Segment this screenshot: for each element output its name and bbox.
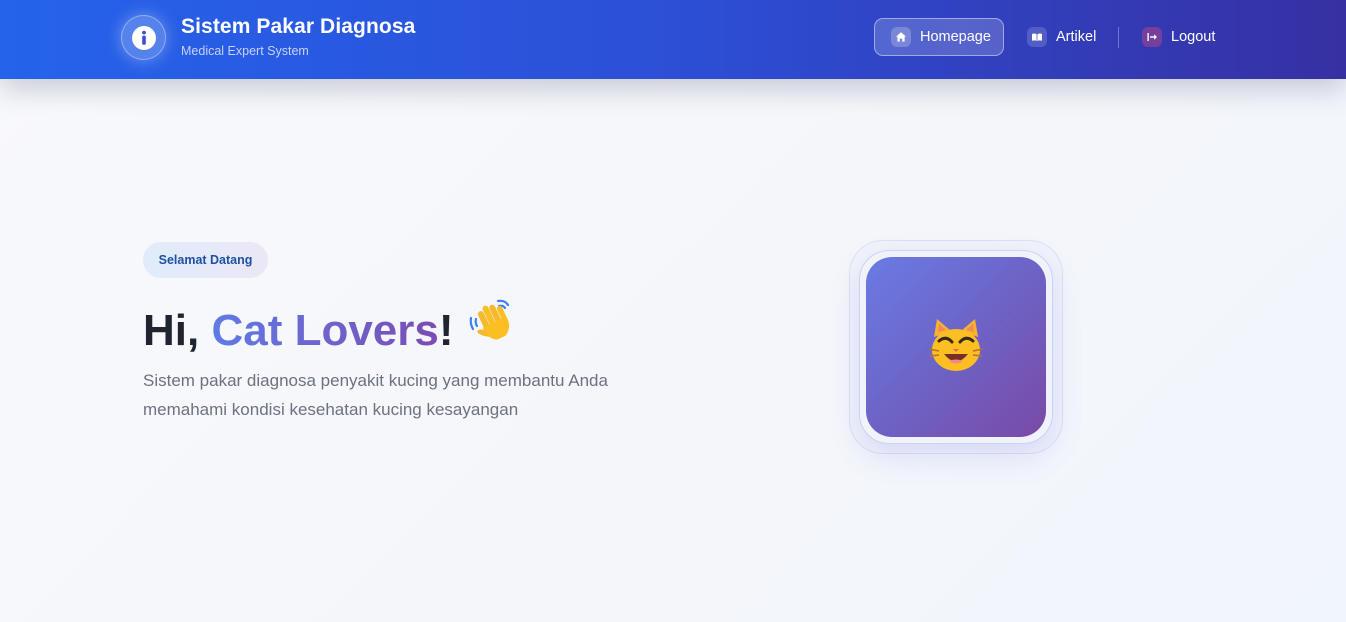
info-icon[interactable]: [121, 15, 166, 60]
welcome-badge: Selamat Datang: [143, 242, 268, 278]
hero-title-prefix: Hi,: [143, 306, 212, 355]
page: Sistem Pakar Diagnosa Medical Expert Sys…: [0, 0, 1346, 622]
nav-logout-label: Logout: [1171, 29, 1216, 45]
hero-title: Hi, Cat Lovers!: [143, 298, 516, 357]
cat-card: [866, 257, 1046, 437]
cat-face-icon: [927, 317, 985, 378]
nav-homepage-button[interactable]: Homepage: [874, 18, 1004, 56]
nav-artikel-label: Artikel: [1056, 29, 1097, 45]
nav-logout-button[interactable]: Logout: [1142, 18, 1215, 56]
waving-hand-icon: [468, 298, 516, 354]
logout-icon: [1142, 27, 1162, 47]
nav-artikel-button[interactable]: Artikel: [1027, 18, 1096, 56]
hero-title-highlight: Cat Lovers: [211, 306, 439, 355]
brand-subtitle: Medical Expert System: [181, 44, 309, 58]
book-icon: [1027, 27, 1047, 47]
navbar: Sistem Pakar Diagnosa Medical Expert Sys…: [0, 0, 1346, 79]
home-icon: [891, 27, 911, 47]
nav-homepage-label: Homepage: [920, 29, 991, 45]
hero-title-suffix: !: [438, 306, 454, 355]
nav-divider: [1118, 27, 1119, 48]
brand-title[interactable]: Sistem Pakar Diagnosa: [181, 15, 415, 39]
hero-description: Sistem pakar diagnosa penyakit kucing ya…: [143, 371, 608, 419]
